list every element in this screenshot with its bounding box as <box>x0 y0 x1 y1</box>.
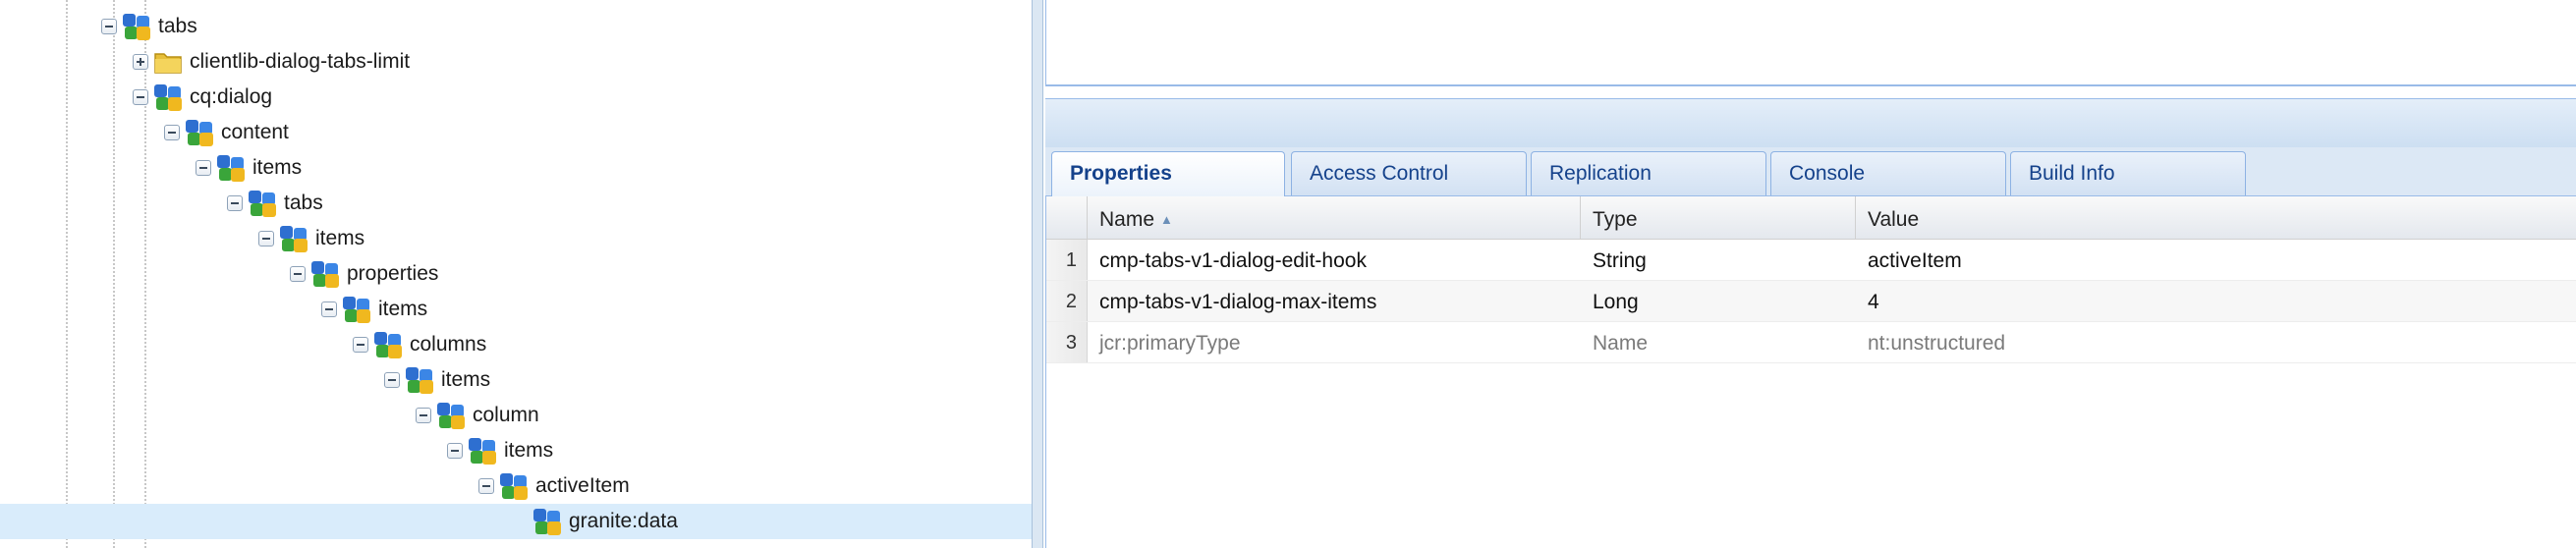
node-icon <box>152 82 184 113</box>
collapse-minus-icon[interactable] <box>290 266 306 282</box>
cell-value[interactable]: 4 <box>1856 281 2576 321</box>
cell-type[interactable]: Name <box>1581 322 1856 362</box>
tree-node[interactable]: columns <box>353 327 486 362</box>
tab-replication[interactable]: Replication <box>1531 151 1766 195</box>
sort-ascending-icon: ▲ <box>1160 212 1173 227</box>
column-header-value[interactable]: Value <box>1856 196 2576 240</box>
node-icon <box>247 188 278 219</box>
node-icon <box>467 435 498 466</box>
tab-build-info[interactable]: Build Info <box>2010 151 2246 195</box>
row-number: 1 <box>1046 240 1088 280</box>
node-icon <box>184 117 215 148</box>
table-row[interactable]: 2 cmp-tabs-v1-dialog-max-items Long 4 <box>1046 281 2576 322</box>
panel-header-strip <box>1045 98 2576 147</box>
tree-node-label: granite:data <box>569 510 678 532</box>
collapse-minus-icon[interactable] <box>353 337 368 353</box>
tree-guide-line <box>113 0 115 548</box>
tree-node[interactable]: items <box>321 292 427 327</box>
tree-node-label: tabs <box>158 15 197 37</box>
collapse-minus-icon[interactable] <box>258 231 274 247</box>
cell-type[interactable]: Long <box>1581 281 1856 321</box>
collapse-minus-icon[interactable] <box>447 443 463 459</box>
collapse-minus-icon[interactable] <box>478 478 494 494</box>
column-header-type[interactable]: Type <box>1581 196 1856 240</box>
column-header-value-label: Value <box>1868 208 1920 231</box>
node-icon <box>309 258 341 290</box>
tree-node[interactable]: items <box>447 433 553 468</box>
tree-guide-line <box>66 0 68 548</box>
collapse-minus-icon[interactable] <box>227 195 243 211</box>
tree-node[interactable]: activeItem <box>478 468 630 504</box>
tree-node-label: cq:dialog <box>190 85 273 108</box>
collapse-minus-icon[interactable] <box>416 408 431 423</box>
table-row[interactable]: 3 jcr:primaryType Name nt:unstructured <box>1046 322 2576 363</box>
node-icon <box>435 400 467 431</box>
collapse-minus-icon[interactable] <box>384 372 400 388</box>
repository-tree-panel[interactable]: tabs clientlib-dialog-tabs-limit cq:dialog… <box>0 0 1032 548</box>
tree-node-label: tabs <box>284 192 323 214</box>
cell-name[interactable]: cmp-tabs-v1-dialog-max-items <box>1088 281 1581 321</box>
tab-console[interactable]: Console <box>1770 151 2006 195</box>
tree-node-label: items <box>441 368 491 391</box>
tree-node-label: items <box>252 156 303 179</box>
tree-node[interactable]: items <box>384 362 490 398</box>
panel-splitter[interactable] <box>1032 0 1043 548</box>
tree-node[interactable]: cq:dialog <box>133 80 272 115</box>
tree-node-label: items <box>378 298 428 320</box>
cell-value[interactable]: nt:unstructured <box>1856 322 2576 362</box>
node-icon <box>121 11 152 42</box>
rownumber-header <box>1046 196 1088 240</box>
node-icon <box>532 506 563 537</box>
tree-node-label: clientlib-dialog-tabs-limit <box>190 50 411 73</box>
properties-grid: Name ▲ Type Value 1 cmp-tabs-v1-dialog-edi… <box>1045 196 2576 548</box>
node-icon <box>215 152 247 184</box>
tree-node-label: content <box>221 121 289 143</box>
tree-node[interactable]: tabs <box>101 9 197 44</box>
column-header-name-label: Name <box>1099 208 1155 231</box>
grid-header: Name ▲ Type Value <box>1046 196 2576 240</box>
column-header-type-label: Type <box>1593 208 1638 231</box>
collapse-minus-icon[interactable] <box>164 125 180 140</box>
node-icon <box>278 223 309 254</box>
editor-panel <box>1045 0 2576 86</box>
tab-access-control[interactable]: Access Control <box>1291 151 1527 195</box>
cell-type[interactable]: String <box>1581 240 1856 280</box>
tree-node-label: columns <box>410 333 487 356</box>
cell-name[interactable]: jcr:primaryType <box>1088 322 1581 362</box>
expand-plus-icon[interactable] <box>133 54 148 70</box>
tree-node-label: items <box>504 439 554 462</box>
folder-icon <box>152 46 184 78</box>
tree-node[interactable]: tabs <box>227 186 323 221</box>
cell-name[interactable]: cmp-tabs-v1-dialog-edit-hook <box>1088 240 1581 280</box>
row-number: 2 <box>1046 281 1088 321</box>
properties-tabbar: Properties Access Control Replication Co… <box>1045 147 2576 196</box>
row-number: 3 <box>1046 322 1088 362</box>
tree-node[interactable]: items <box>196 150 302 186</box>
collapse-minus-icon[interactable] <box>101 19 117 34</box>
tree-node[interactable]: column <box>416 398 539 433</box>
tree-node[interactable]: items <box>258 221 364 256</box>
tree-node-label: items <box>315 227 365 249</box>
collapse-minus-icon[interactable] <box>321 301 337 317</box>
table-row[interactable]: 1 cmp-tabs-v1-dialog-edit-hook String activ… <box>1046 240 2576 281</box>
collapse-minus-icon[interactable] <box>133 89 148 105</box>
node-icon <box>372 329 404 360</box>
tree-node-label: properties <box>347 262 439 285</box>
node-icon <box>341 294 372 325</box>
cell-value[interactable]: activeItem <box>1856 240 2576 280</box>
tree-node[interactable]: content <box>164 115 289 150</box>
tree-node-label: activeItem <box>535 474 630 497</box>
tree-node[interactable]: clientlib-dialog-tabs-limit <box>133 44 410 80</box>
tree-node[interactable]: granite:data <box>0 504 1032 539</box>
node-icon <box>498 470 530 502</box>
collapse-minus-icon[interactable] <box>196 160 211 176</box>
node-icon <box>404 364 435 396</box>
tree-node[interactable]: properties <box>290 256 438 292</box>
column-header-name[interactable]: Name ▲ <box>1088 196 1581 240</box>
tree-node-label: column <box>473 404 539 426</box>
tab-properties[interactable]: Properties <box>1051 151 1285 196</box>
